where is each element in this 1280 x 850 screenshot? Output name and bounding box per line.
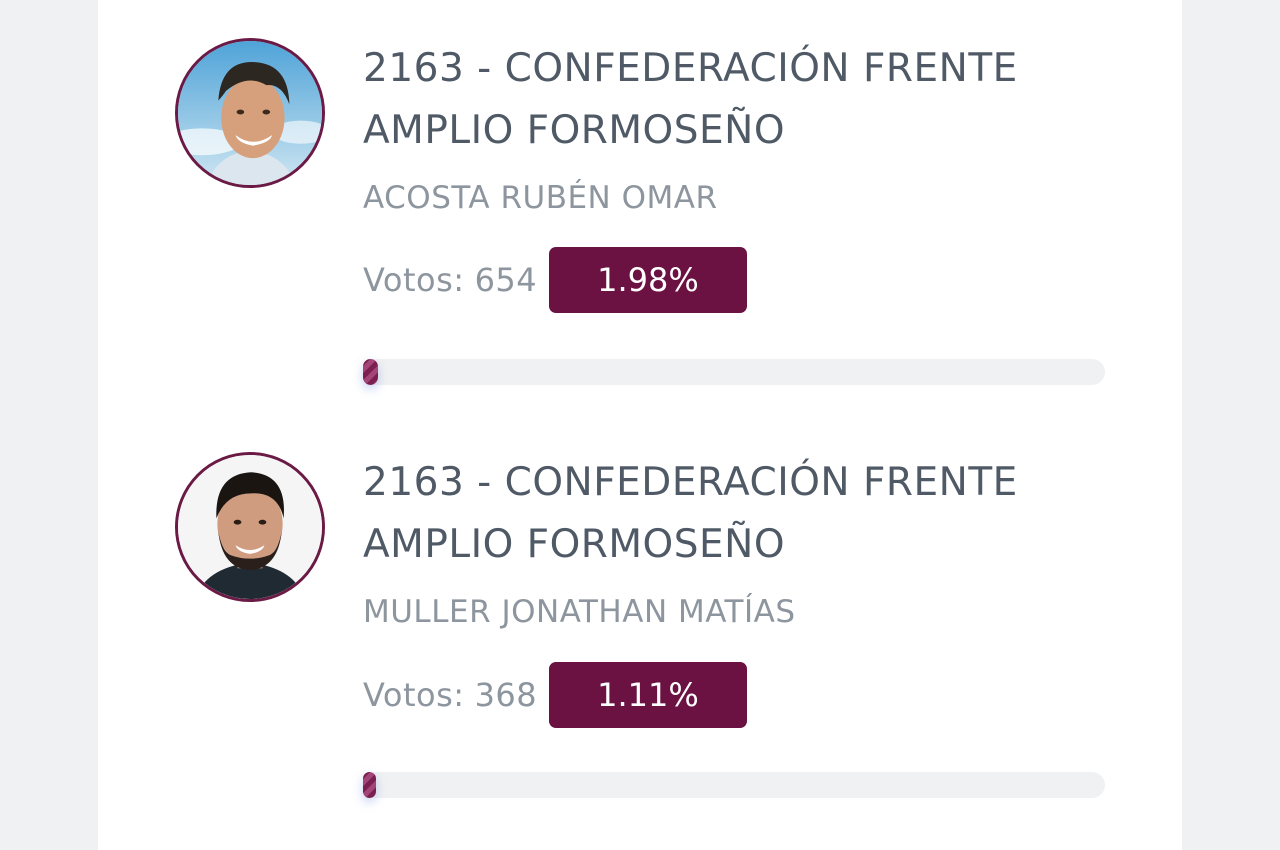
percentage-badge: 1.11% <box>549 662 747 728</box>
results-card: 2163 - CONFEDERACIÓN FRENTE AMPLIO FORMO… <box>98 0 1182 850</box>
candidate-photo-icon <box>178 455 322 599</box>
candidate-avatar <box>175 38 325 188</box>
progress-fill <box>363 359 378 385</box>
votes-count: 368 <box>474 676 538 714</box>
progress-track <box>363 359 1105 385</box>
votes-label: Votos: <box>363 261 465 299</box>
candidate-photo-icon <box>178 41 322 185</box>
candidate-avatar <box>175 452 325 602</box>
candidate-entry: 2163 - CONFEDERACIÓN FRENTE AMPLIO FORMO… <box>98 0 1182 400</box>
votes-row: Votos: 654 1.98% <box>363 247 747 313</box>
progress-fill <box>363 772 376 798</box>
votes-row: Votos: 368 1.11% <box>363 662 747 728</box>
percentage-badge: 1.98% <box>549 247 747 313</box>
candidate-name: ACOSTA RUBÉN OMAR <box>363 180 718 216</box>
votes-count: 654 <box>474 261 538 299</box>
votes-label: Votos: <box>363 676 465 714</box>
party-name: 2163 - CONFEDERACIÓN FRENTE AMPLIO FORMO… <box>363 460 1018 567</box>
progress-track <box>363 772 1105 798</box>
candidate-entry: 2163 - CONFEDERACIÓN FRENTE AMPLIO FORMO… <box>98 414 1182 814</box>
candidate-name: MULLER JONATHAN MATÍAS <box>363 594 796 630</box>
party-name: 2163 - CONFEDERACIÓN FRENTE AMPLIO FORMO… <box>363 46 1018 153</box>
